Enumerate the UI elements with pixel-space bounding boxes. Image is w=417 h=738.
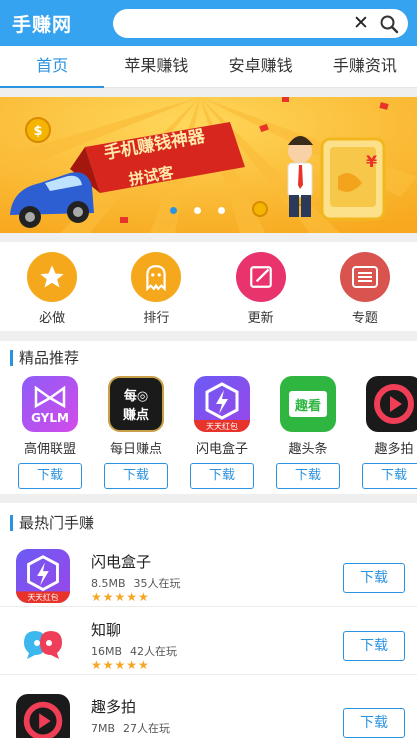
app-name: 知聊 bbox=[91, 621, 122, 639]
download-button[interactable]: 下载 bbox=[18, 463, 82, 489]
quick-links: 必做 排行 更新 专题 bbox=[0, 242, 417, 331]
recommended-app[interactable]: 天天红包 闪电盒子 下载 bbox=[177, 372, 267, 489]
quick-link-topics[interactable]: 专题 bbox=[313, 242, 417, 331]
list-icon bbox=[339, 252, 390, 302]
download-button[interactable]: 下载 bbox=[104, 463, 168, 489]
tab-home[interactable]: 首页 bbox=[0, 46, 105, 88]
tab-apple-earn[interactable]: 苹果赚钱 bbox=[104, 46, 208, 87]
download-button[interactable]: 下载 bbox=[190, 463, 254, 489]
list-item[interactable]: 知聊 16MB 42人在玩 ★★★★★ 下载 bbox=[0, 613, 417, 675]
pagination-dot[interactable] bbox=[194, 207, 201, 214]
svg-text:天天红包: 天天红包 bbox=[28, 592, 59, 602]
app-frame: 手赚网 ✕ 首页 苹果赚钱 安卓赚钱 手赚资讯 $ 手机赚钱神器 拼试客 ¥ 必… bbox=[0, 0, 417, 738]
search-bar: ✕ bbox=[113, 9, 408, 38]
tab-news[interactable]: 手赚资讯 bbox=[313, 46, 417, 87]
app-meta: 7MB 27人在玩 bbox=[91, 720, 178, 736]
star-icon bbox=[27, 252, 78, 302]
app-gylm-icon: GYLM bbox=[22, 376, 78, 432]
app-name: 高佣联盟 bbox=[23, 442, 76, 457]
quick-link-updates[interactable]: 更新 bbox=[209, 242, 313, 331]
app-flash-box-icon: 天天红包 bbox=[16, 549, 70, 603]
app-name: 闪电盒子 bbox=[195, 442, 248, 457]
quick-link-label: 更新 bbox=[247, 311, 274, 326]
app-size: 16MB bbox=[91, 645, 123, 658]
quick-link-ranking[interactable]: 排行 bbox=[104, 242, 208, 331]
download-button[interactable]: 下载 bbox=[276, 463, 340, 489]
app-name: 趣多拍 bbox=[374, 442, 414, 457]
rating-stars: ★★★★★ bbox=[91, 658, 150, 672]
divider bbox=[0, 494, 417, 503]
ghost-icon bbox=[131, 252, 182, 302]
app-players: 35人在玩 bbox=[133, 577, 181, 590]
promo-banner[interactable]: $ 手机赚钱神器 拼试客 ¥ bbox=[0, 97, 417, 233]
app-players: 42人在玩 bbox=[130, 645, 178, 658]
recommended-app[interactable]: GYLM 高佣联盟 下载 bbox=[5, 372, 95, 489]
recommended-apps: GYLM 高佣联盟 下载 每◎ 赚点 每日赚点 下载 天天红包 闪电盒子 下载 趣… bbox=[0, 372, 417, 492]
app-quduopai-icon bbox=[366, 376, 417, 432]
section-title: 精品推荐 bbox=[19, 349, 80, 367]
app-players: 27人在玩 bbox=[123, 722, 171, 735]
quick-link-label: 必做 bbox=[39, 311, 66, 326]
site-logo[interactable]: 手赚网 bbox=[12, 10, 72, 37]
svg-text:¥: ¥ bbox=[366, 152, 377, 171]
tab-android-earn[interactable]: 安卓赚钱 bbox=[209, 46, 313, 87]
pagination-dot[interactable] bbox=[218, 207, 225, 214]
list-item[interactable]: 趣多拍 7MB27人在玩 ★★★★★ 下载 bbox=[0, 690, 417, 738]
quick-link-must-do[interactable]: 必做 bbox=[0, 242, 104, 331]
top-header: 手赚网 ✕ bbox=[0, 0, 417, 46]
app-zhiliao-icon bbox=[16, 617, 70, 671]
download-button[interactable]: 下载 bbox=[343, 631, 405, 661]
svg-text:GYLM: GYLM bbox=[31, 411, 69, 425]
app-size: 8.5MB bbox=[91, 577, 126, 590]
app-name: 每日赚点 bbox=[109, 442, 162, 457]
svg-text:天天红包: 天天红包 bbox=[206, 421, 238, 431]
divider bbox=[0, 331, 417, 341]
app-flash-box-icon: 天天红包 bbox=[194, 376, 250, 432]
download-button[interactable]: 下载 bbox=[362, 463, 417, 489]
search-icon[interactable] bbox=[379, 14, 399, 34]
recommended-app[interactable]: 趣多拍 下载 bbox=[349, 372, 417, 489]
divider bbox=[0, 88, 417, 97]
download-button[interactable]: 下载 bbox=[343, 563, 405, 593]
app-meta: 16MB 42人在玩 bbox=[91, 643, 185, 659]
svg-text:赚点: 赚点 bbox=[122, 407, 149, 423]
app-quduopai-icon bbox=[16, 694, 70, 738]
quick-link-label: 排行 bbox=[143, 311, 170, 326]
section-header-recommended: 精品推荐 bbox=[0, 342, 417, 372]
hot-apps-list: 天天红包 闪电盒子 8.5MB 35人在玩 ★★★★★ 下载 知聊 16MB 42人… bbox=[0, 540, 417, 738]
divider bbox=[0, 233, 417, 242]
app-daily-earn-icon: 每◎ 赚点 bbox=[108, 376, 164, 432]
app-size: 7MB bbox=[91, 722, 116, 735]
banner-pagination bbox=[170, 207, 225, 214]
app-qutoutiao-icon: 趣看 bbox=[280, 376, 336, 432]
pagination-dot[interactable] bbox=[170, 207, 177, 214]
clear-icon[interactable]: ✕ bbox=[353, 12, 369, 34]
svg-text:趣看: 趣看 bbox=[294, 398, 321, 414]
rating-stars: ★★★★★ bbox=[91, 590, 150, 604]
list-item[interactable]: 天天红包 闪电盒子 8.5MB 35人在玩 ★★★★★ 下载 bbox=[0, 545, 417, 607]
edit-icon bbox=[235, 252, 286, 302]
app-name: 趣多拍 bbox=[91, 698, 137, 716]
download-button[interactable]: 下载 bbox=[343, 708, 405, 738]
svg-text:每◎: 每◎ bbox=[124, 388, 148, 404]
svg-text:$: $ bbox=[33, 124, 42, 139]
section-marker bbox=[10, 350, 13, 366]
app-name: 趣头条 bbox=[288, 442, 328, 457]
section-title: 最热门手赚 bbox=[19, 514, 95, 532]
recommended-app[interactable]: 趣看 趣头条 下载 bbox=[263, 372, 353, 489]
quick-link-label: 专题 bbox=[351, 311, 378, 326]
category-tabs: 首页 苹果赚钱 安卓赚钱 手赚资讯 bbox=[0, 46, 417, 88]
section-marker bbox=[10, 515, 13, 531]
app-meta: 8.5MB 35人在玩 bbox=[91, 575, 189, 591]
section-header-hot: 最热门手赚 bbox=[0, 507, 417, 537]
app-name: 闪电盒子 bbox=[91, 553, 152, 571]
search-input[interactable] bbox=[123, 13, 353, 34]
recommended-app[interactable]: 每◎ 赚点 每日赚点 下载 bbox=[91, 372, 181, 489]
